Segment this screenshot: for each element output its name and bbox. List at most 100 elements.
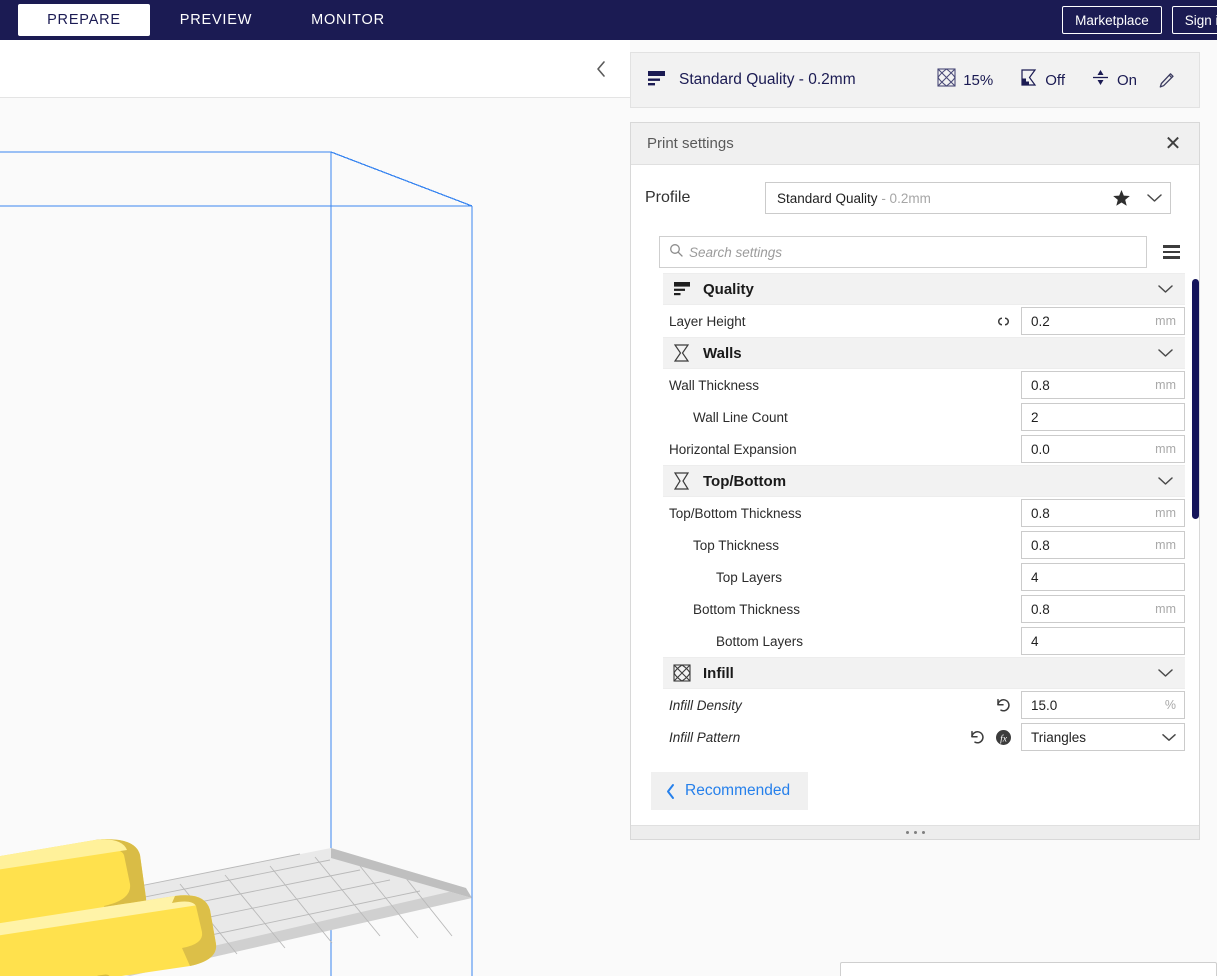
link-icon[interactable] [995, 313, 1012, 330]
stage-tab-monitor[interactable]: MONITOR [282, 4, 414, 36]
category-walls[interactable]: Walls [663, 337, 1185, 369]
chevron-down-icon[interactable] [1158, 284, 1173, 294]
category-label: Quality [703, 280, 754, 298]
settings-visibility-menu-icon[interactable] [1157, 245, 1185, 259]
setting-value: 0.8 [1031, 537, 1050, 553]
main-toolbar: PREPARE PREVIEW MONITOR Marketplace Sign… [0, 0, 1217, 40]
setting-label: Layer Height [669, 313, 746, 329]
setting-unit: % [1164, 698, 1176, 712]
setting-label: Bottom Layers [716, 633, 804, 649]
chevron-down-icon[interactable] [1162, 733, 1176, 742]
profile-label: Profile [645, 189, 691, 206]
category-quality[interactable]: Quality [663, 273, 1185, 305]
star-icon[interactable] [1112, 189, 1131, 208]
revert-icon[interactable] [995, 697, 1012, 714]
config-stats: 15% Off On [924, 68, 1199, 92]
support-icon [1019, 68, 1038, 92]
setting-row-top-thickness[interactable]: Top Thickness 0.8 mm [663, 529, 1185, 561]
setting-label: Top/Bottom Thickness [669, 505, 802, 521]
profile-row: Profile Standard Quality - 0.2mm [631, 165, 1199, 231]
setting-value-field[interactable]: 2 [1021, 403, 1185, 431]
setting-value-field[interactable]: 0.8 mm [1021, 531, 1185, 559]
search-row [631, 231, 1199, 273]
setting-row-infill-density[interactable]: Infill Density 15.0 % [663, 689, 1185, 721]
category-top-bottom[interactable]: Top/Bottom [663, 465, 1185, 497]
profile-selector[interactable]: Standard Quality - 0.2mm [765, 182, 1171, 214]
setting-row-top-bottom-thickness[interactable]: Top/Bottom Thickness 0.8 mm [663, 497, 1185, 529]
marketplace-button[interactable]: Marketplace [1062, 6, 1162, 34]
chevron-down-icon[interactable] [1158, 476, 1173, 486]
setting-row-wall-line-count[interactable]: Wall Line Count 2 [663, 401, 1185, 433]
setting-label: Wall Line Count [693, 409, 788, 425]
active-profile-summary[interactable]: Standard Quality - 0.2mm [647, 70, 856, 91]
setting-unit: mm [1155, 538, 1176, 552]
setting-row-infill-pattern[interactable]: Infill Pattern fx Triangles [663, 721, 1185, 753]
setting-row-wall-thickness[interactable]: Wall Thickness 0.8 mm [663, 369, 1185, 401]
setting-label: Top Thickness [693, 537, 780, 553]
3d-viewport[interactable]: Sony B. [0, 40, 630, 976]
cura-application-window: PREPARE PREVIEW MONITOR Marketplace Sign… [0, 0, 1217, 976]
setting-value-field[interactable]: 0.8 mm [1021, 371, 1185, 399]
settings-list[interactable]: Quality Layer Height 0.2 mm Walls Wall T… [663, 273, 1185, 757]
setting-value: 4 [1031, 633, 1039, 649]
setting-row-top-layers[interactable]: Top Layers 4 [663, 561, 1185, 593]
chevron-down-icon[interactable] [1147, 193, 1162, 203]
search-input[interactable] [689, 244, 1137, 260]
profile-value-main: Standard Quality [777, 190, 878, 206]
setting-value-field[interactable]: 0.8 mm [1021, 499, 1185, 527]
pencil-icon[interactable] [1150, 72, 1187, 89]
config-stat-adhesion-value: On [1116, 71, 1137, 89]
svg-text:fx: fx [1000, 733, 1008, 744]
setting-unit: mm [1155, 378, 1176, 392]
config-profile-name: Standard Quality - 0.2mm [679, 71, 856, 88]
config-stat-infill[interactable]: 15% [924, 68, 1006, 92]
setting-unit: mm [1155, 602, 1176, 616]
settings-scrollbar[interactable] [1192, 273, 1199, 757]
chevron-down-icon[interactable] [1158, 348, 1173, 358]
setting-value: 0.0 [1031, 441, 1050, 457]
setting-value-field[interactable]: 0.0 mm [1021, 435, 1185, 463]
setting-unit: mm [1155, 442, 1176, 456]
close-icon[interactable]: ✕ [1161, 132, 1185, 156]
build-volume-scene[interactable]: Sony B. [0, 98, 630, 976]
setting-value-dropdown[interactable]: Triangles [1021, 723, 1185, 751]
setting-label: Bottom Thickness [693, 601, 801, 617]
setting-value-field[interactable]: 0.8 mm [1021, 595, 1185, 623]
config-stat-adhesion[interactable]: On [1078, 68, 1150, 92]
setting-value: 0.8 [1031, 505, 1050, 521]
infill-icon [673, 664, 699, 682]
stage-tab-preview[interactable]: PREVIEW [150, 4, 282, 36]
category-label: Walls [703, 344, 742, 362]
setting-row-bottom-layers[interactable]: Bottom Layers 4 [663, 625, 1185, 657]
panel-resize-grip[interactable] [631, 825, 1199, 839]
config-stat-support[interactable]: Off [1006, 68, 1078, 92]
search-icon [669, 243, 683, 262]
setting-label: Infill Density [669, 697, 742, 713]
setting-value: 15.0 [1031, 697, 1058, 713]
chevron-left-icon [665, 783, 676, 800]
setting-value-field[interactable]: 4 [1021, 563, 1185, 591]
chevron-down-icon[interactable] [1158, 668, 1173, 678]
quality-icon [647, 70, 667, 91]
print-job-card-peek [840, 962, 1217, 976]
search-settings-box[interactable] [659, 236, 1147, 268]
formula-icon[interactable]: fx [995, 729, 1012, 746]
setting-value: Triangles [1031, 729, 1087, 745]
stage-tab-prepare[interactable]: PREPARE [18, 4, 150, 36]
setting-value-field[interactable]: 15.0 % [1021, 691, 1185, 719]
setting-value-field[interactable]: 4 [1021, 627, 1185, 655]
chevron-left-icon[interactable] [590, 58, 612, 80]
infill-icon [937, 68, 956, 92]
machine-configuration-bar[interactable]: Standard Quality - 0.2mm 15% Off On [630, 52, 1200, 108]
setting-row-layer-height[interactable]: Layer Height 0.2 mm [663, 305, 1185, 337]
category-infill[interactable]: Infill [663, 657, 1185, 689]
setting-value-field[interactable]: 0.2 mm [1021, 307, 1185, 335]
recommended-mode-button[interactable]: Recommended [651, 772, 809, 810]
recommended-label: Recommended [685, 782, 791, 799]
revert-icon[interactable] [969, 729, 986, 746]
setting-row-bottom-thickness[interactable]: Bottom Thickness 0.8 mm [663, 593, 1185, 625]
settings-scrollbar-thumb[interactable] [1192, 279, 1199, 519]
setting-row-horizontal-expansion[interactable]: Horizontal Expansion 0.0 mm [663, 433, 1185, 465]
sign-in-button[interactable]: Sign in [1171, 6, 1217, 34]
adhesion-icon [1091, 68, 1110, 92]
